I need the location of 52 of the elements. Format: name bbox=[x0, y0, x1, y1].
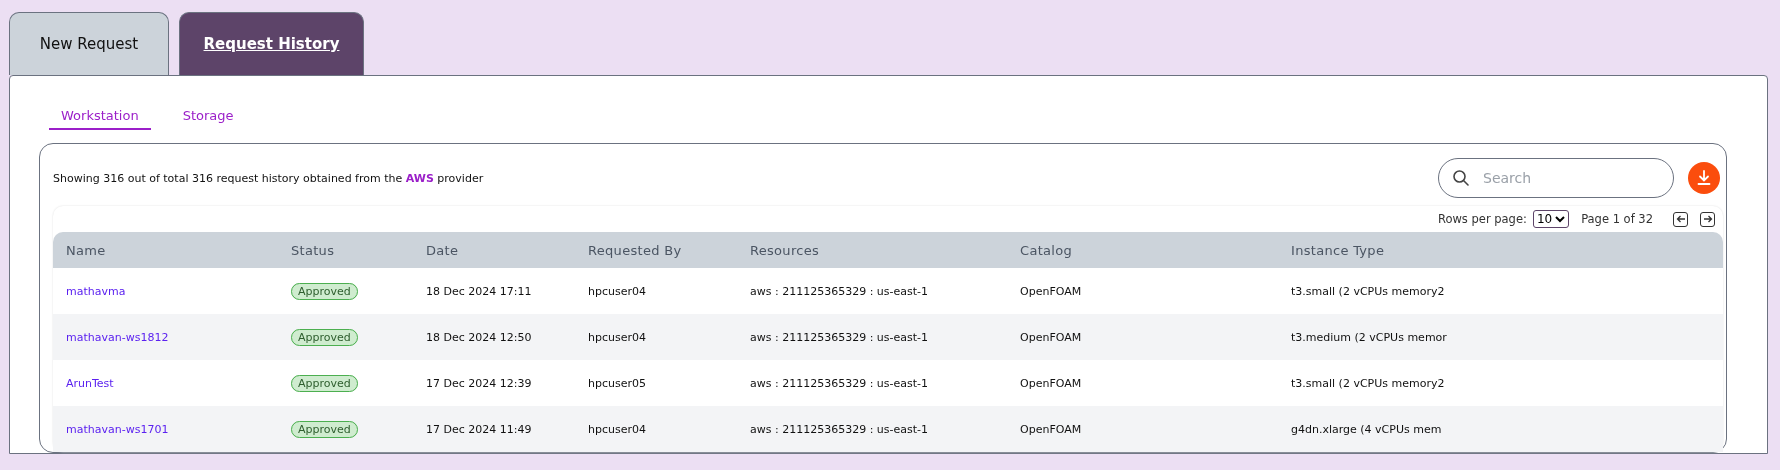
summary-text: Showing 316 out of total 316 request history obtained from the AWS provider bbox=[53, 171, 484, 185]
search-icon bbox=[1452, 169, 1470, 187]
table-cell-text: 18 Dec 2024 17:11 bbox=[426, 284, 533, 298]
table-cell-text: aws : 211125365329 : us-east-1 bbox=[750, 284, 930, 298]
table-cell-text: hpcuser04 bbox=[588, 330, 647, 344]
table-cell-text: hpcuser04 bbox=[588, 284, 647, 298]
rows-per-page-label: Rows per page: bbox=[1437, 212, 1527, 226]
request-name-link[interactable]: ArunTest bbox=[66, 376, 114, 390]
rows-per-page-select[interactable]: 10 bbox=[1532, 210, 1570, 228]
table-cell-text: hpcuser04 bbox=[588, 422, 647, 436]
tab[interactable]: Request History bbox=[179, 12, 364, 75]
table-cell-text: OpenFOAM bbox=[1020, 422, 1083, 436]
page-indicator: Page 1 of 32 bbox=[1581, 212, 1653, 226]
column-header: Resources bbox=[750, 242, 821, 258]
download-button[interactable] bbox=[1688, 162, 1720, 194]
right-arrow-icon bbox=[1702, 214, 1713, 224]
table-cell-text: g4dn.xlarge (4 vCPUs mem bbox=[1291, 422, 1443, 436]
table-cell-text: aws : 211125365329 : us-east-1 bbox=[750, 376, 930, 390]
status-badge: Approved bbox=[291, 328, 358, 346]
table-cell-text: aws : 211125365329 : us-east-1 bbox=[750, 422, 930, 436]
status-badge: Approved bbox=[291, 374, 358, 392]
column-header: Instance Type bbox=[1291, 242, 1386, 258]
next-page-button[interactable] bbox=[1700, 211, 1715, 227]
request-name-link[interactable]: mathavan-ws1812 bbox=[66, 330, 169, 344]
table-cell-text: 17 Dec 2024 12:39 bbox=[426, 376, 533, 390]
left-arrow-icon bbox=[1675, 214, 1686, 224]
sub-tab[interactable]: Workstation bbox=[49, 106, 151, 130]
table-cell-text: OpenFOAM bbox=[1020, 330, 1083, 344]
column-header: Status bbox=[291, 242, 336, 258]
table-cell-text: t3.medium (2 vCPUs memor bbox=[1291, 330, 1448, 344]
status-badge: Approved bbox=[291, 420, 358, 438]
column-header: Name bbox=[66, 242, 107, 258]
caret-icon bbox=[1555, 215, 1566, 223]
table-cell-text: 18 Dec 2024 12:50 bbox=[426, 330, 533, 344]
table-cell-text: OpenFOAM bbox=[1020, 284, 1083, 298]
status-badge: Approved bbox=[291, 282, 358, 300]
table-cell-text: aws : 211125365329 : us-east-1 bbox=[750, 330, 930, 344]
table-cell-text: hpcuser05 bbox=[588, 376, 647, 390]
table-cell-text: 17 Dec 2024 11:49 bbox=[426, 422, 533, 436]
sub-tab[interactable]: Storage bbox=[170, 106, 246, 130]
download-icon bbox=[1696, 170, 1712, 186]
request-name-link[interactable]: mathavma bbox=[66, 284, 126, 298]
table-cell-text: t3.small (2 vCPUs memory2 bbox=[1291, 376, 1446, 390]
column-header: Requested By bbox=[588, 242, 683, 258]
column-header: Catalog bbox=[1020, 242, 1074, 258]
column-header: Date bbox=[426, 242, 460, 258]
table-cell-text: t3.small (2 vCPUs memory2 bbox=[1291, 284, 1446, 298]
previous-page-button[interactable] bbox=[1673, 211, 1688, 227]
table-cell-text: OpenFOAM bbox=[1020, 376, 1083, 390]
request-name-link[interactable]: mathavan-ws1701 bbox=[66, 422, 169, 436]
search-field[interactable]: Search bbox=[1438, 158, 1674, 198]
tab[interactable]: New Request bbox=[9, 12, 169, 75]
